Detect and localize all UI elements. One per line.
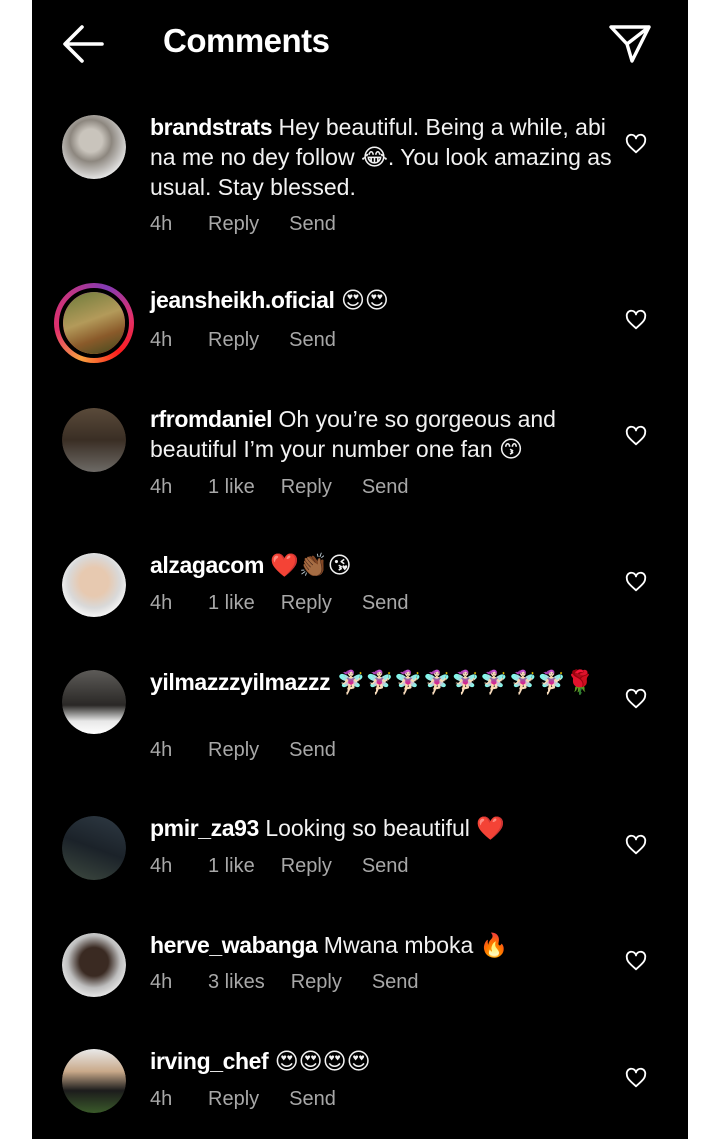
- send-button[interactable]: Send: [289, 739, 336, 762]
- comment-body: jeansheikh.oficial 😍😍: [150, 285, 612, 315]
- comments-screen: Comments brandstrats Hey beautiful. Bein…: [32, 0, 688, 1139]
- comment-username[interactable]: yilmazzzyilmazzz: [150, 669, 331, 695]
- comment-username[interactable]: alzagacom: [150, 552, 264, 578]
- heart-icon[interactable]: [625, 133, 647, 155]
- avatar[interactable]: [62, 1049, 126, 1113]
- comment-meta: 4h Reply Send: [150, 213, 336, 236]
- send-button[interactable]: Send: [289, 329, 336, 352]
- comment-list: brandstrats Hey beautiful. Being a while…: [32, 0, 688, 1139]
- comment-username[interactable]: rfromdaniel: [150, 406, 273, 432]
- send-button[interactable]: Send: [362, 855, 409, 878]
- heart-icon[interactable]: [625, 1067, 647, 1089]
- comment-meta: 4h Reply Send: [150, 739, 336, 762]
- comment-username[interactable]: irving_chef: [150, 1048, 269, 1074]
- reply-button[interactable]: Reply: [281, 855, 332, 878]
- comment-text: Mwana mboka 🔥: [323, 932, 509, 958]
- avatar[interactable]: [62, 816, 126, 880]
- reply-button[interactable]: Reply: [281, 592, 332, 615]
- comment-body: brandstrats Hey beautiful. Being a while…: [150, 112, 612, 202]
- comment-username[interactable]: pmir_za93: [150, 815, 259, 841]
- avatar-with-story-ring[interactable]: [54, 283, 134, 363]
- comment-username[interactable]: herve_wabanga: [150, 932, 318, 958]
- comment-time: 4h: [150, 1088, 173, 1110]
- heart-icon[interactable]: [625, 950, 647, 972]
- comment-body: irving_chef 😍😍😍😍: [150, 1046, 612, 1076]
- heart-icon[interactable]: [625, 571, 647, 593]
- reply-button[interactable]: Reply: [208, 739, 259, 762]
- avatar[interactable]: [62, 408, 126, 472]
- comment-time: 4h: [150, 476, 173, 498]
- send-button[interactable]: Send: [372, 971, 419, 994]
- comment-time: 4h: [150, 855, 173, 877]
- heart-icon[interactable]: [625, 688, 647, 710]
- comment-text: 😍😍: [340, 287, 389, 313]
- comment-likes[interactable]: 3 likes: [208, 971, 265, 994]
- avatar[interactable]: [62, 553, 126, 617]
- comment-body: alzagacom ❤️👏🏾😘: [150, 550, 612, 580]
- reply-button[interactable]: Reply: [208, 213, 259, 236]
- comment-meta: 4h 1 like Reply Send: [150, 592, 409, 615]
- avatar[interactable]: [62, 115, 126, 179]
- send-button[interactable]: Send: [362, 476, 409, 499]
- comment-meta: 4h Reply Send: [150, 1088, 336, 1111]
- heart-icon[interactable]: [625, 425, 647, 447]
- avatar[interactable]: [62, 670, 126, 734]
- send-button[interactable]: Send: [362, 592, 409, 615]
- comment-body: yilmazzzyilmazzz 🧚🏻‍♀️🧚🏻‍♀️🧚🏻‍♀️🧚🏻‍♀️🧚🏻‍…: [150, 667, 612, 697]
- comment-likes[interactable]: 1 like: [208, 592, 255, 615]
- comment-time: 4h: [150, 213, 173, 235]
- comment-body: pmir_za93 Looking so beautiful ❤️: [150, 813, 612, 843]
- heart-icon[interactable]: [625, 309, 647, 331]
- comment-text: 😍😍😍😍: [274, 1048, 371, 1074]
- comment-likes[interactable]: 1 like: [208, 855, 255, 878]
- reply-button[interactable]: Reply: [291, 971, 342, 994]
- reply-button[interactable]: Reply: [208, 1088, 259, 1111]
- comment-time: 4h: [150, 739, 173, 761]
- comment-meta: 4h 1 like Reply Send: [150, 855, 409, 878]
- comment-meta: 4h Reply Send: [150, 329, 336, 352]
- comment-meta: 4h 3 likes Reply Send: [150, 971, 419, 994]
- comment-username[interactable]: jeansheikh.oficial: [150, 287, 335, 313]
- send-button[interactable]: Send: [289, 1088, 336, 1111]
- comment-body: herve_wabanga Mwana mboka 🔥: [150, 930, 612, 960]
- comment-time: 4h: [150, 971, 173, 993]
- heart-icon[interactable]: [625, 834, 647, 856]
- comment-username[interactable]: brandstrats: [150, 114, 273, 140]
- comment-time: 4h: [150, 592, 173, 614]
- comment-text: Looking so beautiful ❤️: [265, 815, 505, 841]
- reply-button[interactable]: Reply: [208, 329, 259, 352]
- comment-text: ❤️👏🏾😘: [270, 552, 352, 578]
- comment-text: 🧚🏻‍♀️🧚🏻‍♀️🧚🏻‍♀️🧚🏻‍♀️🧚🏻‍♀️🧚🏻‍♀️🧚🏻‍♀️🧚🏻‍♀️…: [336, 669, 595, 695]
- comment-likes[interactable]: 1 like: [208, 476, 255, 499]
- comment-meta: 4h 1 like Reply Send: [150, 476, 409, 499]
- send-button[interactable]: Send: [289, 213, 336, 236]
- comment-time: 4h: [150, 329, 173, 351]
- avatar[interactable]: [62, 933, 126, 997]
- reply-button[interactable]: Reply: [281, 476, 332, 499]
- comment-body: rfromdaniel Oh you’re so gorgeous and be…: [150, 404, 612, 464]
